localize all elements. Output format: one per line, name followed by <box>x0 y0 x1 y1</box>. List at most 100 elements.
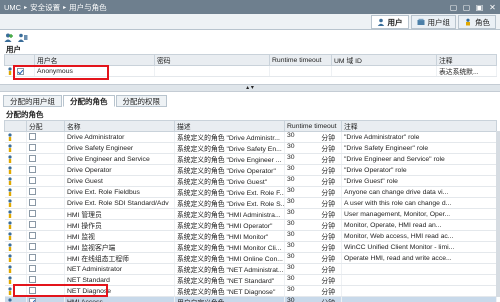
timeout-cell[interactable]: 30 分钟 <box>284 252 342 264</box>
role-name-cell[interactable]: HMI 在线组态工程师 <box>64 252 175 264</box>
comment-cell[interactable] <box>341 263 497 275</box>
tab-assigned-permissions[interactable]: 分配的权限 <box>115 95 167 107</box>
table-row[interactable]: HMI 管理员 系统定义的角色 "HMI Administra... 30 分钟 Use… <box>4 208 497 220</box>
timeout-cell[interactable]: 30 分钟 <box>284 263 342 275</box>
table-row[interactable]: Drive Ext. Role SDI Standard/Adv 系统定义的角色 … <box>4 197 497 209</box>
role-name-cell[interactable]: Drive Ext. Role Fieldbus <box>64 186 175 198</box>
role-desc-cell[interactable]: 系统定义的角色 "NET Administrat... <box>174 263 285 275</box>
breadcrumb-item[interactable]: 安全设置 <box>30 2 60 13</box>
column-header[interactable]: Runtime timeout <box>269 54 332 66</box>
table-row[interactable]: HMI 在线组态工程师 系统定义的角色 "HMI Online Con... 30 分… <box>4 252 497 264</box>
breadcrumb-item[interactable]: 用户与角色 <box>69 2 107 13</box>
assign-cell[interactable] <box>26 164 65 176</box>
restore-icon[interactable]: ▢ <box>461 2 472 13</box>
table-row[interactable]: HMI 监视 系统定义的角色 "HMI Monitor" 30 分钟 Monitor, … <box>4 230 497 242</box>
table-row[interactable]: HMI 监视客户端 系统定义的角色 "HMI Monitor Cli... 30 分钟… <box>4 241 497 253</box>
assign-cell[interactable] <box>26 296 65 302</box>
role-name-cell[interactable]: Drive Engineer and Service <box>64 153 175 165</box>
float-icon[interactable]: ▣ <box>474 2 485 13</box>
timeout-cell[interactable]: 30 分钟 <box>284 197 342 209</box>
comment-cell[interactable]: "Drive Operator" role <box>341 164 497 176</box>
role-desc-cell[interactable]: 系统定义的角色 "HMI Online Con... <box>174 252 285 264</box>
role-desc-cell[interactable]: 系统定义的角色 "NET Diagnose" <box>174 285 285 297</box>
table-row[interactable]: Drive Engineer and Service 系统定义的角色 "Drive… <box>4 153 497 165</box>
comment-cell[interactable]: 表达系统默... <box>436 65 497 77</box>
comment-cell[interactable]: Operate HMI, read and write acce... <box>341 252 497 264</box>
tab-assigned-user-groups[interactable]: 分配的用户组 <box>3 95 62 107</box>
tab-user-groups[interactable]: 用户组 <box>410 15 456 29</box>
tab-users[interactable]: 用户 <box>370 15 409 29</box>
assign-checkbox[interactable] <box>29 188 36 196</box>
role-name-cell[interactable]: HMI 操作员 <box>64 219 175 231</box>
assign-checkbox[interactable] <box>29 155 36 163</box>
breadcrumb-item[interactable]: UMC <box>4 3 21 12</box>
table-row[interactable]: Drive Operator 系统定义的角色 "Drive Operator" 30… <box>4 164 497 176</box>
add-user-icon[interactable] <box>4 33 14 42</box>
scrollbar[interactable] <box>496 131 500 297</box>
timeout-cell[interactable]: 30 分钟 <box>284 274 342 286</box>
timeout-cell[interactable]: 30 分钟 <box>284 208 342 220</box>
assign-checkbox[interactable] <box>29 232 36 240</box>
comment-cell[interactable]: "Drive Safety Engineer" role <box>341 142 497 154</box>
table-row[interactable]: NET Administrator 系统定义的角色 "NET Administra… <box>4 263 497 275</box>
assign-cell[interactable] <box>26 208 65 220</box>
comment-cell[interactable]: "Drive Guest" role <box>341 175 497 187</box>
role-name-cell[interactable]: HMI 监视客户端 <box>64 241 175 253</box>
assign-cell[interactable] <box>26 263 65 275</box>
comment-cell[interactable]: "Drive Administrator" role <box>341 131 497 143</box>
assign-checkbox[interactable] <box>29 177 36 185</box>
assign-checkbox[interactable] <box>29 144 36 152</box>
role-desc-cell[interactable]: 系统定义的角色 "NET Standard" <box>174 274 285 286</box>
assign-cell[interactable] <box>26 219 65 231</box>
comment-cell[interactable]: A user with this role can change d... <box>341 197 497 209</box>
role-desc-cell[interactable]: 系统定义的角色 "HMI Monitor Cli... <box>174 241 285 253</box>
assign-cell[interactable] <box>26 142 65 154</box>
column-header[interactable]: 注释 <box>436 54 497 66</box>
timeout-cell[interactable]: 30 分钟 <box>284 186 342 198</box>
role-desc-cell[interactable]: 系统定义的角色 "HMI Monitor" <box>174 230 285 242</box>
assign-cell[interactable] <box>26 230 65 242</box>
assign-checkbox[interactable] <box>29 221 36 229</box>
role-desc-cell[interactable]: 系统定义的角色 "Drive Safety En... <box>174 142 285 154</box>
assign-cell[interactable] <box>26 197 65 209</box>
role-desc-cell[interactable]: 系统定义的角色 "Drive Operator" <box>174 164 285 176</box>
table-row[interactable]: Drive Safety Engineer 系统定义的角色 "Drive Safe… <box>4 142 497 154</box>
role-desc-cell[interactable]: 用户自定义角色 <box>174 296 285 302</box>
role-desc-cell[interactable]: 系统定义的角色 "HMI Administra... <box>174 208 285 220</box>
table-row[interactable]: HMI 操作员 系统定义的角色 "HMI Operator" 30 分钟 Monitor… <box>4 219 497 231</box>
timeout-cell[interactable]: 30 分钟 <box>284 131 342 143</box>
column-header[interactable]: 描述 <box>174 120 285 132</box>
timeout-cell[interactable] <box>269 65 332 77</box>
assign-cell[interactable] <box>26 186 65 198</box>
um-id-cell[interactable] <box>331 65 437 77</box>
comment-cell[interactable]: User management, Monitor, Oper... <box>341 208 497 220</box>
comment-cell[interactable]: Monitor, Web access, HMI read ac... <box>341 230 497 242</box>
role-name-cell[interactable]: Drive Safety Engineer <box>64 142 175 154</box>
assign-checkbox[interactable] <box>29 276 36 284</box>
timeout-cell[interactable]: 30 分钟 <box>284 164 342 176</box>
column-header[interactable]: 分配 <box>26 120 65 132</box>
assign-checkbox[interactable] <box>29 133 36 141</box>
table-row[interactable]: Drive Ext. Role Fieldbus 系统定义的角色 "Drive E… <box>4 186 497 198</box>
column-header[interactable]: 名称 <box>64 120 175 132</box>
tab-roles[interactable]: 角色 <box>458 15 496 29</box>
assign-cell[interactable] <box>26 252 65 264</box>
close-icon[interactable]: ✕ <box>487 2 498 13</box>
column-header[interactable]: 注释 <box>341 120 497 132</box>
role-name-cell[interactable]: NET Administrator <box>64 263 175 275</box>
assign-checkbox[interactable] <box>29 265 36 273</box>
role-desc-cell[interactable]: 系统定义的角色 "Drive Guest" <box>174 175 285 187</box>
assign-checkbox[interactable] <box>29 199 36 207</box>
comment-cell[interactable]: Anyone can change drive data vi... <box>341 186 497 198</box>
minimize-icon[interactable]: ▢ <box>448 2 459 13</box>
assign-checkbox[interactable] <box>29 210 36 218</box>
comment-cell[interactable] <box>341 296 497 302</box>
assign-checkbox[interactable] <box>29 243 36 251</box>
role-desc-cell[interactable]: 系统定义的角色 "HMI Operator" <box>174 219 285 231</box>
role-name-cell[interactable]: Drive Operator <box>64 164 175 176</box>
role-name-cell[interactable]: HMI Access <box>64 296 175 302</box>
timeout-cell[interactable]: 30 分钟 <box>284 241 342 253</box>
timeout-cell[interactable]: 30 分钟 <box>284 142 342 154</box>
timeout-cell[interactable]: 30 分钟 <box>284 175 342 187</box>
timeout-cell[interactable]: 30 分钟 <box>284 153 342 165</box>
